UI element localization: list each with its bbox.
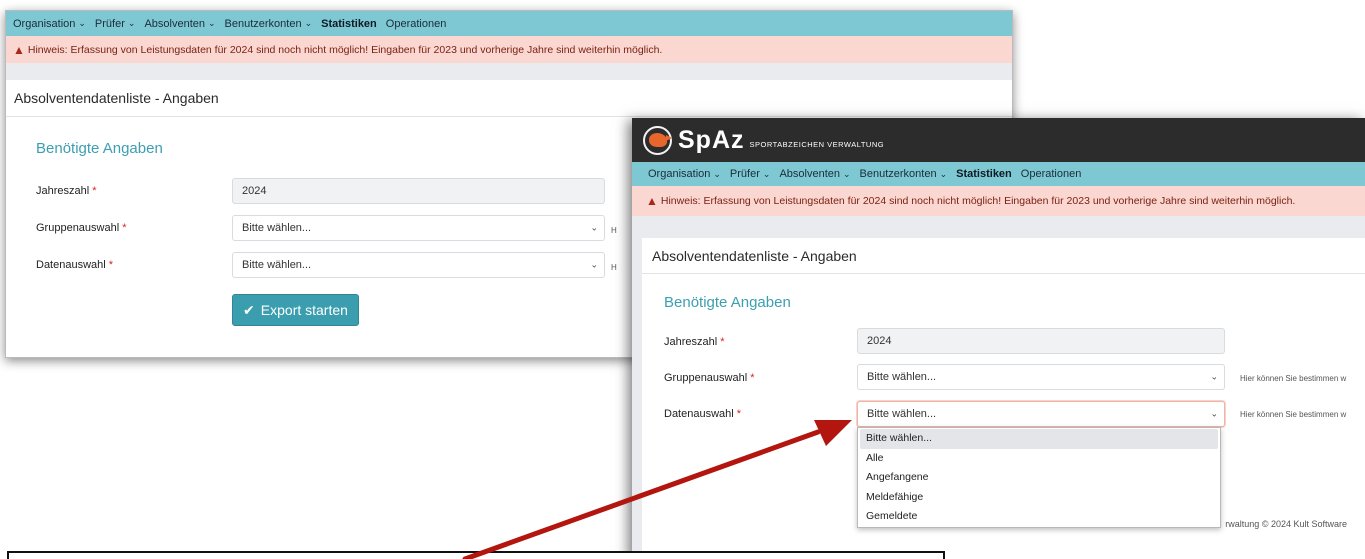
nav-operationen[interactable]: Operationen xyxy=(386,18,447,30)
alert-text: Hinweis: Erfassung von Leistungsdaten fü… xyxy=(27,43,663,56)
nav-benutzerkonten[interactable]: Benutzerkonten ⌄ xyxy=(860,168,948,180)
group-label: Gruppenauswahl * xyxy=(664,372,755,384)
option-alle[interactable]: Alle xyxy=(858,449,1220,469)
data-select[interactable]: Bitte wählen... ⌄ xyxy=(857,401,1225,427)
export-button[interactable]: ✔ Export starten xyxy=(232,294,359,326)
option-meldefaehige[interactable]: Meldefähige xyxy=(858,488,1220,508)
chevron-down-icon: ⌄ xyxy=(78,18,86,28)
logo-text: SpAz xyxy=(678,125,745,154)
year-label: Jahreszahl * xyxy=(36,185,97,197)
page-title: Absolventendatenliste - Angaben xyxy=(6,80,1012,117)
chevron-down-icon: ⌄ xyxy=(939,168,948,179)
option-bitte-waehlen[interactable]: Bitte wählen... xyxy=(860,429,1218,449)
chevron-down-icon: ⌄ xyxy=(304,18,313,28)
year-input[interactable]: 2024 xyxy=(232,178,605,204)
nav-benutzerkonten[interactable]: Benutzerkonten ⌄ xyxy=(225,18,313,30)
main-navbar: Organisation ⌄ Prüfer ⌄ Absolventen ⌄ Benut… xyxy=(6,11,1012,36)
chevron-down-icon: ⌄ xyxy=(590,259,598,270)
nav-pruefer[interactable]: Prüfer ⌄ xyxy=(95,18,136,30)
group-hint: Hier können Sie bestimmen w xyxy=(1240,374,1347,383)
nav-organisation[interactable]: Organisation ⌄ xyxy=(13,18,86,30)
data-label: Datenauswahl * xyxy=(664,408,742,420)
data-select-options: Bitte wählen... Alle Angefangene Meldefä… xyxy=(857,427,1221,528)
nav-operationen[interactable]: Operationen xyxy=(1021,168,1082,180)
nav-absolventen[interactable]: Absolventen ⌄ xyxy=(779,168,850,180)
group-select[interactable]: Bitte wählen... ⌄ xyxy=(857,364,1225,390)
nav-statistiken[interactable]: Statistiken xyxy=(956,168,1012,180)
data-select[interactable]: Bitte wählen... ⌄ xyxy=(232,252,605,278)
section-title: Benötigte Angaben xyxy=(36,140,163,157)
group-hint: H xyxy=(611,226,617,235)
chevron-down-icon: ⌄ xyxy=(590,222,598,233)
chevron-down-icon: ⌄ xyxy=(1210,408,1218,419)
check-icon: ✔ xyxy=(243,301,255,318)
screenshot-front: SpAz Sportabzeichen Verwaltung Organisat… xyxy=(632,118,1365,559)
info-alert: ▲ Hinweis: Erfassung von Leistungsdaten … xyxy=(6,36,1012,63)
logo-subtitle: Sportabzeichen Verwaltung xyxy=(749,139,885,149)
nav-organisation[interactable]: Organisation ⌄ xyxy=(648,168,721,180)
data-hint: H xyxy=(611,263,617,272)
group-label: Gruppenauswahl * xyxy=(36,222,127,234)
data-hint: Hier können Sie bestimmen w xyxy=(1240,410,1347,419)
section-title: Benötigte Angaben xyxy=(664,294,791,311)
option-gemeldete[interactable]: Gemeldete xyxy=(858,507,1220,527)
nav-statistiken[interactable]: Statistiken xyxy=(321,18,377,30)
caption-box xyxy=(7,551,945,559)
footer-copyright: rwaltung © 2024 Kult Software xyxy=(1225,519,1347,529)
group-select[interactable]: Bitte wählen... ⌄ xyxy=(232,215,605,241)
chevron-down-icon: ⌄ xyxy=(127,18,136,28)
chevron-down-icon: ⌄ xyxy=(842,168,851,179)
main-navbar: Organisation ⌄ Prüfer ⌄ Absolventen ⌄ Benut… xyxy=(632,162,1365,186)
info-alert: ▲ Hinweis: Erfassung von Leistungsdaten … xyxy=(632,186,1365,216)
chevron-down-icon: ⌄ xyxy=(762,168,771,179)
logo-bar: SpAz Sportabzeichen Verwaltung xyxy=(632,118,1365,162)
year-label: Jahreszahl * xyxy=(664,336,725,348)
chevron-down-icon: ⌄ xyxy=(713,168,721,179)
chevron-down-icon: ⌄ xyxy=(1210,371,1218,382)
nav-pruefer[interactable]: Prüfer ⌄ xyxy=(730,168,771,180)
alert-text: Hinweis: Erfassung von Leistungsdaten fü… xyxy=(660,195,1296,207)
nav-absolventen[interactable]: Absolventen ⌄ xyxy=(144,18,215,30)
warning-icon: ▲ xyxy=(646,194,658,208)
page-title: Absolventendatenliste - Angaben xyxy=(642,238,1365,274)
data-label: Datenauswahl * xyxy=(36,259,114,271)
year-input[interactable]: 2024 xyxy=(857,328,1225,354)
chevron-down-icon: ⌄ xyxy=(207,18,216,28)
bird-logo-icon xyxy=(643,125,672,155)
option-angefangene[interactable]: Angefangene xyxy=(858,468,1220,488)
warning-icon: ▲ xyxy=(13,42,25,57)
